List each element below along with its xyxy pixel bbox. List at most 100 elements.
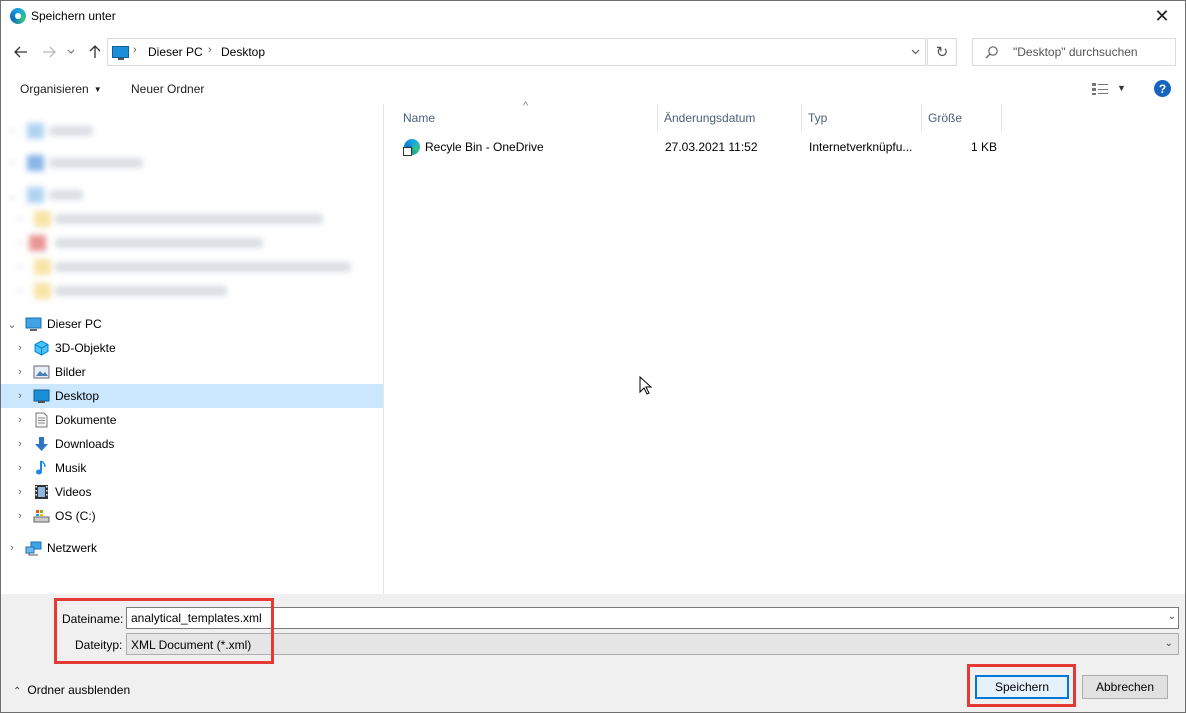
tree-item-label: Netzwerk [47, 541, 98, 555]
view-dropdown-icon[interactable]: ▼ [1117, 83, 1126, 93]
file-row[interactable]: Recyle Bin - OneDrive 27.03.2021 11:52 I… [385, 134, 1005, 158]
pictures-icon [33, 365, 50, 379]
chevron-right-icon[interactable]: › [14, 460, 26, 476]
chevron-up-icon: ⌃ [13, 686, 22, 697]
mouse-pointer-icon [639, 376, 653, 395]
column-header-name[interactable]: Name [397, 104, 658, 131]
breadcrumb-desktop[interactable]: Desktop [221, 45, 265, 59]
file-type: Internetverknüpfu... [809, 140, 913, 154]
chevron-right-icon[interactable]: › [6, 540, 18, 556]
tree-item-pictures[interactable]: › Bilder [1, 360, 383, 384]
tree-item-redacted[interactable]: › [1, 119, 383, 143]
documents-icon [35, 412, 48, 428]
column-header-size[interactable]: Größe [922, 104, 1002, 131]
refresh-button[interactable]: ↻ [927, 38, 957, 66]
title-bar: Speichern unter ✕ [1, 1, 1185, 32]
tree-item-redacted[interactable]: › [1, 207, 383, 231]
breadcrumb-this-pc[interactable]: Dieser PC [148, 45, 203, 59]
close-button[interactable]: ✕ [1139, 1, 1185, 32]
hide-folders-toggle[interactable]: ⌃ Ordner ausblenden [13, 683, 130, 697]
up-arrow-icon[interactable] [85, 41, 105, 63]
videos-icon [35, 485, 48, 499]
tree-item-label: Bilder [55, 365, 86, 379]
tree-item-label: Musik [55, 461, 87, 475]
chevron-down-icon: ⌄ [1164, 638, 1173, 649]
save-as-dialog: Speichern unter ✕ › Dieser PC › Desktop … [0, 0, 1186, 713]
filetype-select[interactable]: XML Document (*.xml) ⌄ [126, 633, 1179, 655]
organize-label: Organisieren [20, 82, 89, 96]
chevron-right-icon[interactable]: › [14, 388, 26, 404]
navigation-pane: › › ⌄ › › › › ⌄ Dieser PC › 3D-Objekte ›… [1, 104, 384, 594]
tree-item-this-pc[interactable]: ⌄ Dieser PC [1, 312, 383, 336]
chevron-right-icon[interactable]: › [14, 340, 26, 356]
tree-item-desktop[interactable]: › Desktop [1, 384, 383, 408]
save-options-panel: Dateiname: ⌄ Dateityp: XML Document (*.x… [1, 594, 1185, 712]
tree-item-redacted[interactable]: › [1, 279, 383, 303]
this-pc-icon [25, 317, 42, 331]
tree-item-redacted[interactable]: ⌄ [1, 183, 383, 207]
file-size: 1 KB [971, 140, 998, 154]
tree-item-label: Videos [55, 485, 92, 499]
drive-icon [33, 510, 50, 523]
annotation-highlight-save [967, 664, 1076, 707]
internet-shortcut-icon [403, 139, 420, 156]
chevron-right-icon[interactable]: › [14, 484, 26, 500]
breadcrumb-chevron-icon: › [133, 44, 137, 56]
chevron-right-icon[interactable]: › [14, 436, 26, 452]
search-icon [985, 46, 998, 59]
cancel-button[interactable]: Abbrechen [1082, 675, 1168, 699]
tree-item-3d-objects[interactable]: › 3D-Objekte [1, 336, 383, 360]
tree-item-redacted[interactable]: › [1, 151, 383, 175]
tree-item-label: OS (C:) [55, 509, 96, 523]
file-list: ^ Name Änderungsdatum Typ Größe Recyle B… [385, 100, 1185, 594]
tree-item-downloads[interactable]: › Downloads [1, 432, 383, 456]
filename-history-chevron-icon[interactable]: ⌄ [1168, 611, 1176, 622]
this-pc-icon [112, 46, 129, 60]
network-icon [25, 541, 42, 556]
command-bar: Organisieren ▼ Neuer Ordner ▼ ? [1, 75, 1185, 103]
file-modified: 27.03.2021 11:52 [665, 140, 758, 154]
tree-item-label: 3D-Objekte [55, 341, 116, 355]
breadcrumb-chevron-icon: › [208, 44, 212, 56]
cube-icon [34, 340, 49, 356]
downloads-icon [35, 437, 48, 451]
music-icon [36, 460, 46, 475]
file-name: Recyle Bin - OneDrive [425, 140, 544, 154]
tree-item-label: Desktop [55, 389, 100, 403]
annotation-highlight-fields [54, 598, 274, 664]
tree-item-music[interactable]: › Musik [1, 456, 383, 480]
tree-item-network[interactable]: › Netzwerk [1, 536, 383, 560]
edge-app-icon [10, 8, 26, 24]
chevron-right-icon[interactable]: › [14, 508, 26, 524]
hide-folders-label: Ordner ausblenden [27, 683, 131, 697]
tree-item-documents[interactable]: › Dokumente [1, 408, 383, 432]
tree-item-redacted[interactable]: › [1, 231, 383, 255]
filename-field[interactable] [126, 607, 1179, 629]
tree-item-label: Dieser PC [47, 317, 102, 331]
address-dropdown-icon[interactable] [903, 39, 927, 65]
caret-down-icon: ▼ [93, 85, 102, 94]
dialog-title: Speichern unter [31, 9, 116, 23]
help-icon[interactable]: ? [1154, 80, 1171, 97]
chevron-right-icon[interactable]: › [14, 364, 26, 380]
search-input[interactable]: "Desktop" durchsuchen [972, 38, 1176, 66]
tree-item-label: Downloads [55, 437, 115, 451]
back-arrow-icon[interactable] [11, 41, 31, 63]
new-folder-button[interactable]: Neuer Ordner [131, 82, 204, 96]
chevron-right-icon[interactable]: › [14, 412, 26, 428]
tree-item-drive-c[interactable]: › OS (C:) [1, 504, 383, 528]
column-header-type[interactable]: Typ [802, 104, 922, 131]
search-placeholder: "Desktop" durchsuchen [1013, 45, 1138, 59]
organize-menu-button[interactable]: Organisieren ▼ [20, 82, 102, 96]
forward-arrow-icon[interactable] [39, 41, 59, 63]
address-bar[interactable]: › Dieser PC › Desktop [107, 38, 926, 66]
tree-item-videos[interactable]: › Videos [1, 480, 383, 504]
refresh-icon: ↻ [935, 44, 949, 61]
view-options-icon[interactable] [1091, 82, 1109, 96]
tree-item-redacted[interactable]: › [1, 255, 383, 279]
tree-item-label: Dokumente [55, 413, 117, 427]
column-header-modified[interactable]: Änderungsdatum [658, 104, 802, 131]
recent-locations-chevron-icon[interactable] [64, 41, 78, 63]
desktop-icon [33, 389, 50, 403]
chevron-down-icon[interactable]: ⌄ [6, 316, 18, 332]
